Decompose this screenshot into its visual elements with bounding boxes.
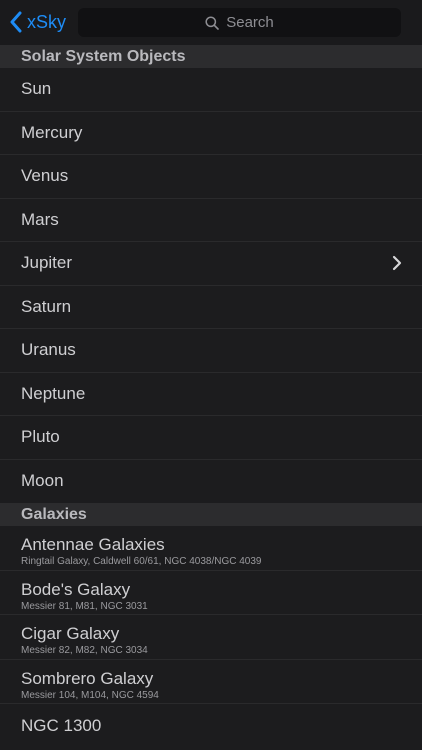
list-item-uranus[interactable]: Uranus [0,329,422,373]
list-item-subtitle: Messier 81, M81, NGC 3031 [21,600,148,612]
list-item-title: Cigar Galaxy [21,624,120,643]
section-galaxies: Antennae Galaxies Ringtail Galaxy, Caldw… [0,526,422,748]
list-item-title: Venus [21,166,69,186]
chevron-right-icon [392,255,402,271]
list-item-title: Bode's Galaxy [21,579,131,599]
list-item-title: Pluto [21,427,60,447]
list-item-mercury[interactable]: Mercury [0,112,422,155]
list-item-sun[interactable]: Sun [0,68,422,112]
list-item-subtitle: Messier 104, M104, NGC 4594 [21,689,159,701]
list-item-title: Mercury [21,122,83,142]
search-placeholder: Search [226,14,274,31]
section-header-galaxies: Galaxies [0,503,422,526]
list-item-title: NGC 1300 [21,715,102,735]
list-item-title: Mars [21,209,59,229]
list-item-moon[interactable]: Moon [0,460,422,504]
list-item-mars[interactable]: Mars [0,199,422,242]
list-item-antennae-galaxies[interactable]: Antennae Galaxies Ringtail Galaxy, Caldw… [0,526,422,571]
list-item-title: Jupiter [21,253,73,273]
list-item-sombrero-galaxy[interactable]: Sombrero Galaxy Messier 104, M104, NGC 4… [0,660,422,704]
list-item-subtitle: Messier 82, M82, NGC 3034 [21,645,148,656]
list-item-title: Sombrero Galaxy [21,668,154,688]
section-solar-system: Sun Mercury Venus Mars Jupiter Saturn Ur… [0,68,422,503]
list-item-subtitle: Ringtail Galaxy, Caldwell 60/61, NGC 403… [21,556,262,567]
search-icon [205,15,226,30]
list-item-bodes-galaxy[interactable]: Bode's Galaxy Messier 81, M81, NGC 3031 [0,571,422,615]
list-item-pluto[interactable]: Pluto [0,416,422,460]
chevron-left-icon [10,11,22,33]
section-header-solar-system: Solar System Objects [0,45,422,68]
back-button[interactable]: xSky [10,8,66,36]
list-item-title: Neptune [21,383,86,403]
search-field[interactable]: Search [78,8,401,37]
list-item-ngc-1300[interactable]: NGC 1300 [0,704,422,748]
list-item-title: Antennae Galaxies [21,535,165,554]
object-list: Solar System Objects Sun Mercury Venus M… [0,45,422,748]
list-item-title: Sun [21,79,52,99]
navigation-bar: xSky Search [0,0,422,45]
list-item-venus[interactable]: Venus [0,155,422,199]
list-item-title: Uranus [21,340,76,360]
list-item-title: Moon [21,471,64,491]
list-item-title: Saturn [21,296,72,316]
list-item-cigar-galaxy[interactable]: Cigar Galaxy Messier 82, M82, NGC 3034 [0,615,422,660]
list-item-neptune[interactable]: Neptune [0,373,422,416]
list-item-jupiter[interactable]: Jupiter [0,242,422,286]
back-label: xSky [27,12,67,32]
list-item-saturn[interactable]: Saturn [0,286,422,329]
